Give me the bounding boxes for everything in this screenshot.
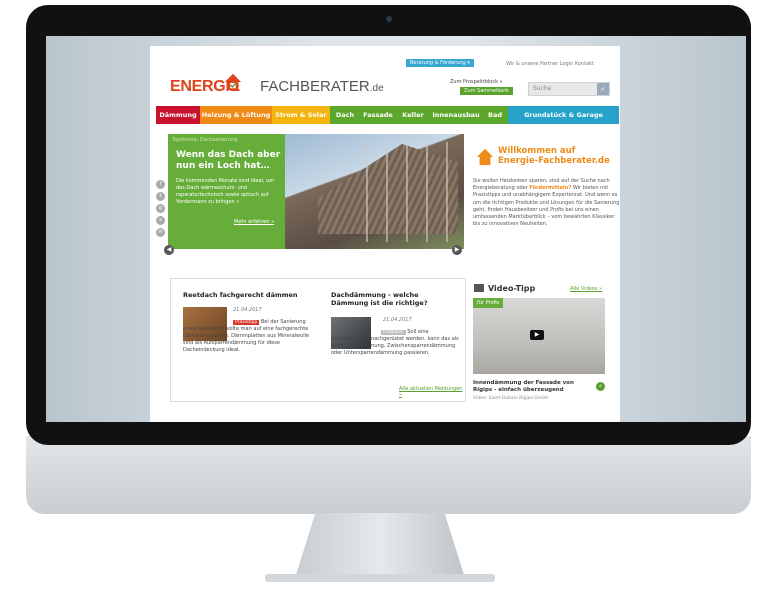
logo-fach-text: FACHBERATER [260,78,370,95]
logo-house-icon [224,73,242,91]
slider-next-icon[interactable]: ▶ [452,245,462,255]
top-links[interactable]: Wir & unsere Partner Login Kontakt [506,61,594,67]
all-news-link[interactable]: Alle aktuellen Meldungen » [399,386,465,398]
nav-item-daemmung[interactable]: Dämmung [156,106,200,124]
hero-title[interactable]: Wenn das Dach aber nun ein Loch hat… [176,150,281,172]
nav-item-heizung[interactable]: Heizung & Lüftung [200,106,272,124]
search-input[interactable]: Suche ⌕ [528,82,610,96]
nav-item-dach[interactable]: Dach [330,106,360,124]
logo-tld: .de [369,83,384,94]
sammelkorb-button[interactable]: Zum Sammelkorb [460,87,513,95]
video-tipp-label: Video-Tipp [488,284,536,293]
welcome-title-line2: Energie-Fachberater.de [498,156,610,166]
video-camera-icon [474,284,484,292]
all-videos-link[interactable]: Alle Videos » [570,286,602,292]
nav-item-fassade[interactable]: Fassade [360,106,396,124]
mail-icon[interactable]: ✉ [156,228,165,237]
monitor-stand [295,513,465,578]
hero-slider[interactable]: Topthema: Dachsanierung Wenn das Dach ab… [168,134,464,249]
hero-topic: Topthema: Dachsanierung [172,137,238,143]
nav-item-keller[interactable]: Keller [396,106,430,124]
news-box: Reetdach fachgerecht dämmen 21.04.2017 P… [170,278,466,402]
welcome-title: Willkommen auf Energie-Fachberater.de [498,146,610,166]
news-date-1: 21.04.2017 [233,307,262,313]
twitter-icon[interactable]: t [156,192,165,201]
beratung-foerderung-button[interactable]: Beratung & Förderung ▾ [406,59,474,67]
news-tag-1: Praxistipp [233,320,260,325]
news-body-2: Ratgeber Soll eine Dachdämmung nachgerüs… [331,329,459,357]
facebook-icon[interactable]: f [156,180,165,189]
welcome-house-icon [476,148,494,166]
news-date-2: 21.04.2017 [383,317,412,323]
hero-more-link[interactable]: Mehr erfahren » [234,219,274,225]
welcome-title-line1: Willkommen auf [498,146,576,156]
zoom-icon[interactable]: ⌕ [596,382,605,391]
video-badge: für Profis [473,298,504,308]
slider-prev-icon[interactable]: ◀ [164,245,174,255]
nav-item-bad[interactable]: Bad [482,106,508,124]
hero-text: Die kommenden Monate sind ideal, um das … [176,178,275,205]
camera-icon [386,16,392,22]
monitor-screen: ENERGIE FACHBERATER.de Beratung & Förder… [46,36,746,422]
news-tag-2: Ratgeber [381,330,406,335]
monitor-chin [26,436,751,514]
news-title-2[interactable]: Dachdämmung - welche Dämmung ist die ric… [331,291,456,307]
main-nav: Dämmung Heizung & Lüftung Strom & Solar … [156,106,619,124]
googleplus-icon[interactable]: g [156,204,165,213]
share-icon[interactable]: s [156,216,165,225]
website: ENERGIE FACHBERATER.de Beratung & Förder… [150,46,620,422]
welcome-text: Sie wollen Heizkosten sparen, sind auf d… [473,178,623,228]
search-placeholder: Suche [533,85,552,92]
scaffold-shape [348,142,458,242]
video-caption[interactable]: Innendämmung der Fassade von Rigips - ei… [473,380,593,394]
news-title-1[interactable]: Reetdach fachgerecht dämmen [183,291,313,299]
nav-item-strom[interactable]: Strom & Solar [272,106,330,124]
news-body-1: Praxistipp Bei der Sanierung eines Reetd… [183,319,318,354]
prospekt-link[interactable]: Zum Prospektblock » [450,79,503,85]
foerdermittel-link[interactable]: Fördermitteln? [529,185,571,191]
nav-item-innenausbau[interactable]: Innenausbau [430,106,482,124]
nav-item-grundstueck[interactable]: Grundstück & Garage [508,106,619,124]
welcome-text-b: Wir bieten mit Praxistipps und unabhängi… [473,185,620,228]
logo-fachberater[interactable]: FACHBERATER.de [260,78,384,95]
video-source: Video: Saint-Gobain Rigips GmbH [473,396,549,401]
search-icon[interactable]: ⌕ [597,83,609,95]
monitor-stand-base [265,574,495,582]
play-icon[interactable]: ▶ [530,330,544,340]
